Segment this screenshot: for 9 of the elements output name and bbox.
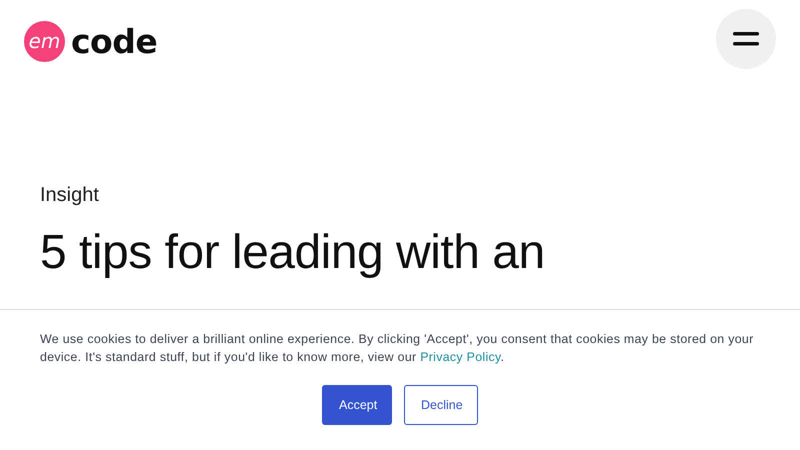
article-title: 5 tips for leading with an (40, 225, 546, 280)
cookie-message: We use cookies to deliver a brilliant online experience. By clicking 'Accept', you consent that cookies may be stored on your device. It's standard stuff, but if you'd like to know more, view our Privacy Policy. (40, 331, 755, 366)
category-label: Insight (40, 184, 100, 207)
privacy-policy-link[interactable]: Privacy Policy (420, 350, 501, 364)
logo-wordmark[interactable]: code (71, 22, 158, 60)
accept-button[interactable]: Accept (322, 385, 392, 425)
logo-badge[interactable]: em (24, 20, 65, 62)
decline-button[interactable]: Decline (404, 385, 478, 425)
menu-icon (733, 31, 759, 47)
